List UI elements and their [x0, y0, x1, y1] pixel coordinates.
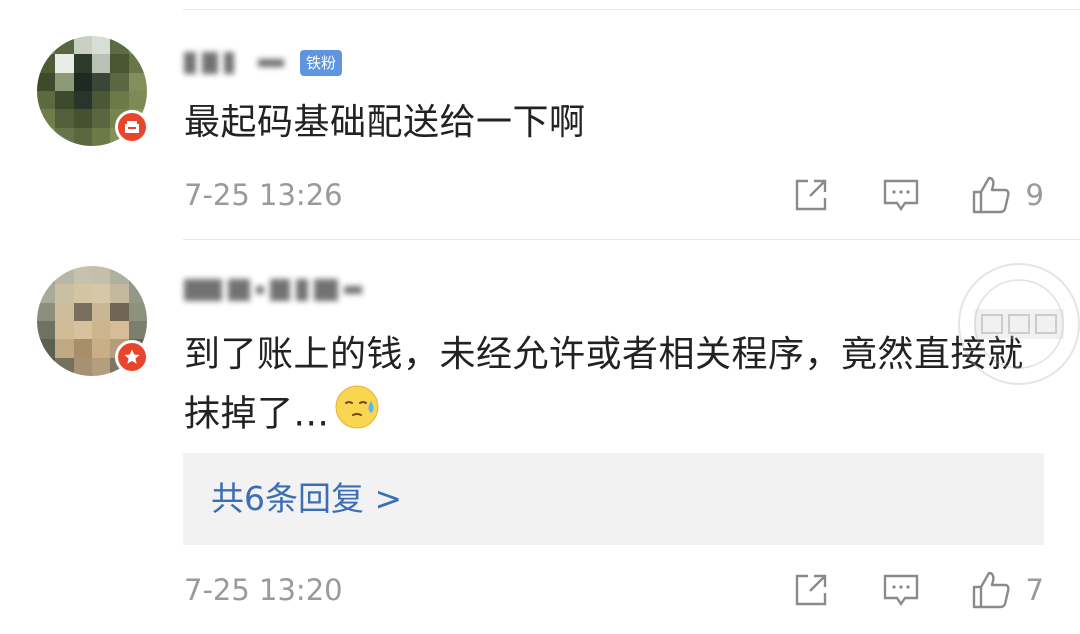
share-icon[interactable]: [790, 569, 832, 611]
like-icon[interactable]: [970, 174, 1012, 216]
comment-text-body: 到了账上的钱，未经允许或者相关程序，竟然直接就抹掉了...: [184, 334, 1024, 435]
like-count: 7: [1025, 573, 1044, 607]
watermark-logo: [958, 263, 1080, 385]
comment-icon[interactable]: [880, 569, 922, 611]
like-count: 9: [1025, 178, 1044, 212]
username-obscured: [314, 279, 338, 301]
sweat-face-emoji: [333, 383, 381, 448]
member-badge-icon: [115, 110, 149, 144]
comment-icon[interactable]: [880, 174, 922, 216]
username[interactable]: [184, 275, 362, 305]
share-icon[interactable]: [790, 174, 832, 216]
member-badge-icon: [115, 340, 149, 374]
comment-actions: 9: [790, 174, 1044, 216]
username-obscured: [224, 52, 234, 74]
divider: [183, 9, 1080, 10]
username-obscured: [296, 279, 308, 301]
comment-timestamp: 7-25 13:26: [184, 178, 343, 212]
comment-actions: 7: [790, 569, 1044, 611]
view-replies-link[interactable]: 共6条回复 >: [211, 479, 402, 519]
username-obscured: [270, 279, 290, 301]
fan-badge: 铁粉: [300, 50, 343, 76]
avatar[interactable]: [37, 36, 149, 146]
username-obscured: [228, 279, 250, 301]
username-obscured: [256, 286, 264, 294]
comment-text: 到了账上的钱，未经允许或者相关程序，竟然直接就抹掉了...: [184, 326, 1044, 448]
replies-box[interactable]: 共6条回复 >: [183, 453, 1044, 545]
username-obscured: [202, 52, 218, 74]
username-obscured: [258, 59, 284, 67]
username-obscured: [184, 52, 196, 74]
avatar[interactable]: [37, 266, 149, 376]
comment-text: 最起码基础配送给一下啊: [184, 102, 586, 143]
username-obscured: [184, 279, 222, 301]
divider: [183, 239, 1080, 240]
comment-feed: 铁粉 最起码基础配送给一下啊 7-25 13:26 9 到了账上的钱，未经允许或…: [0, 0, 1080, 634]
comment-timestamp: 7-25 13:20: [184, 573, 343, 607]
username[interactable]: 铁粉: [184, 48, 343, 78]
username-obscured: [344, 286, 362, 294]
like-icon[interactable]: [970, 569, 1012, 611]
